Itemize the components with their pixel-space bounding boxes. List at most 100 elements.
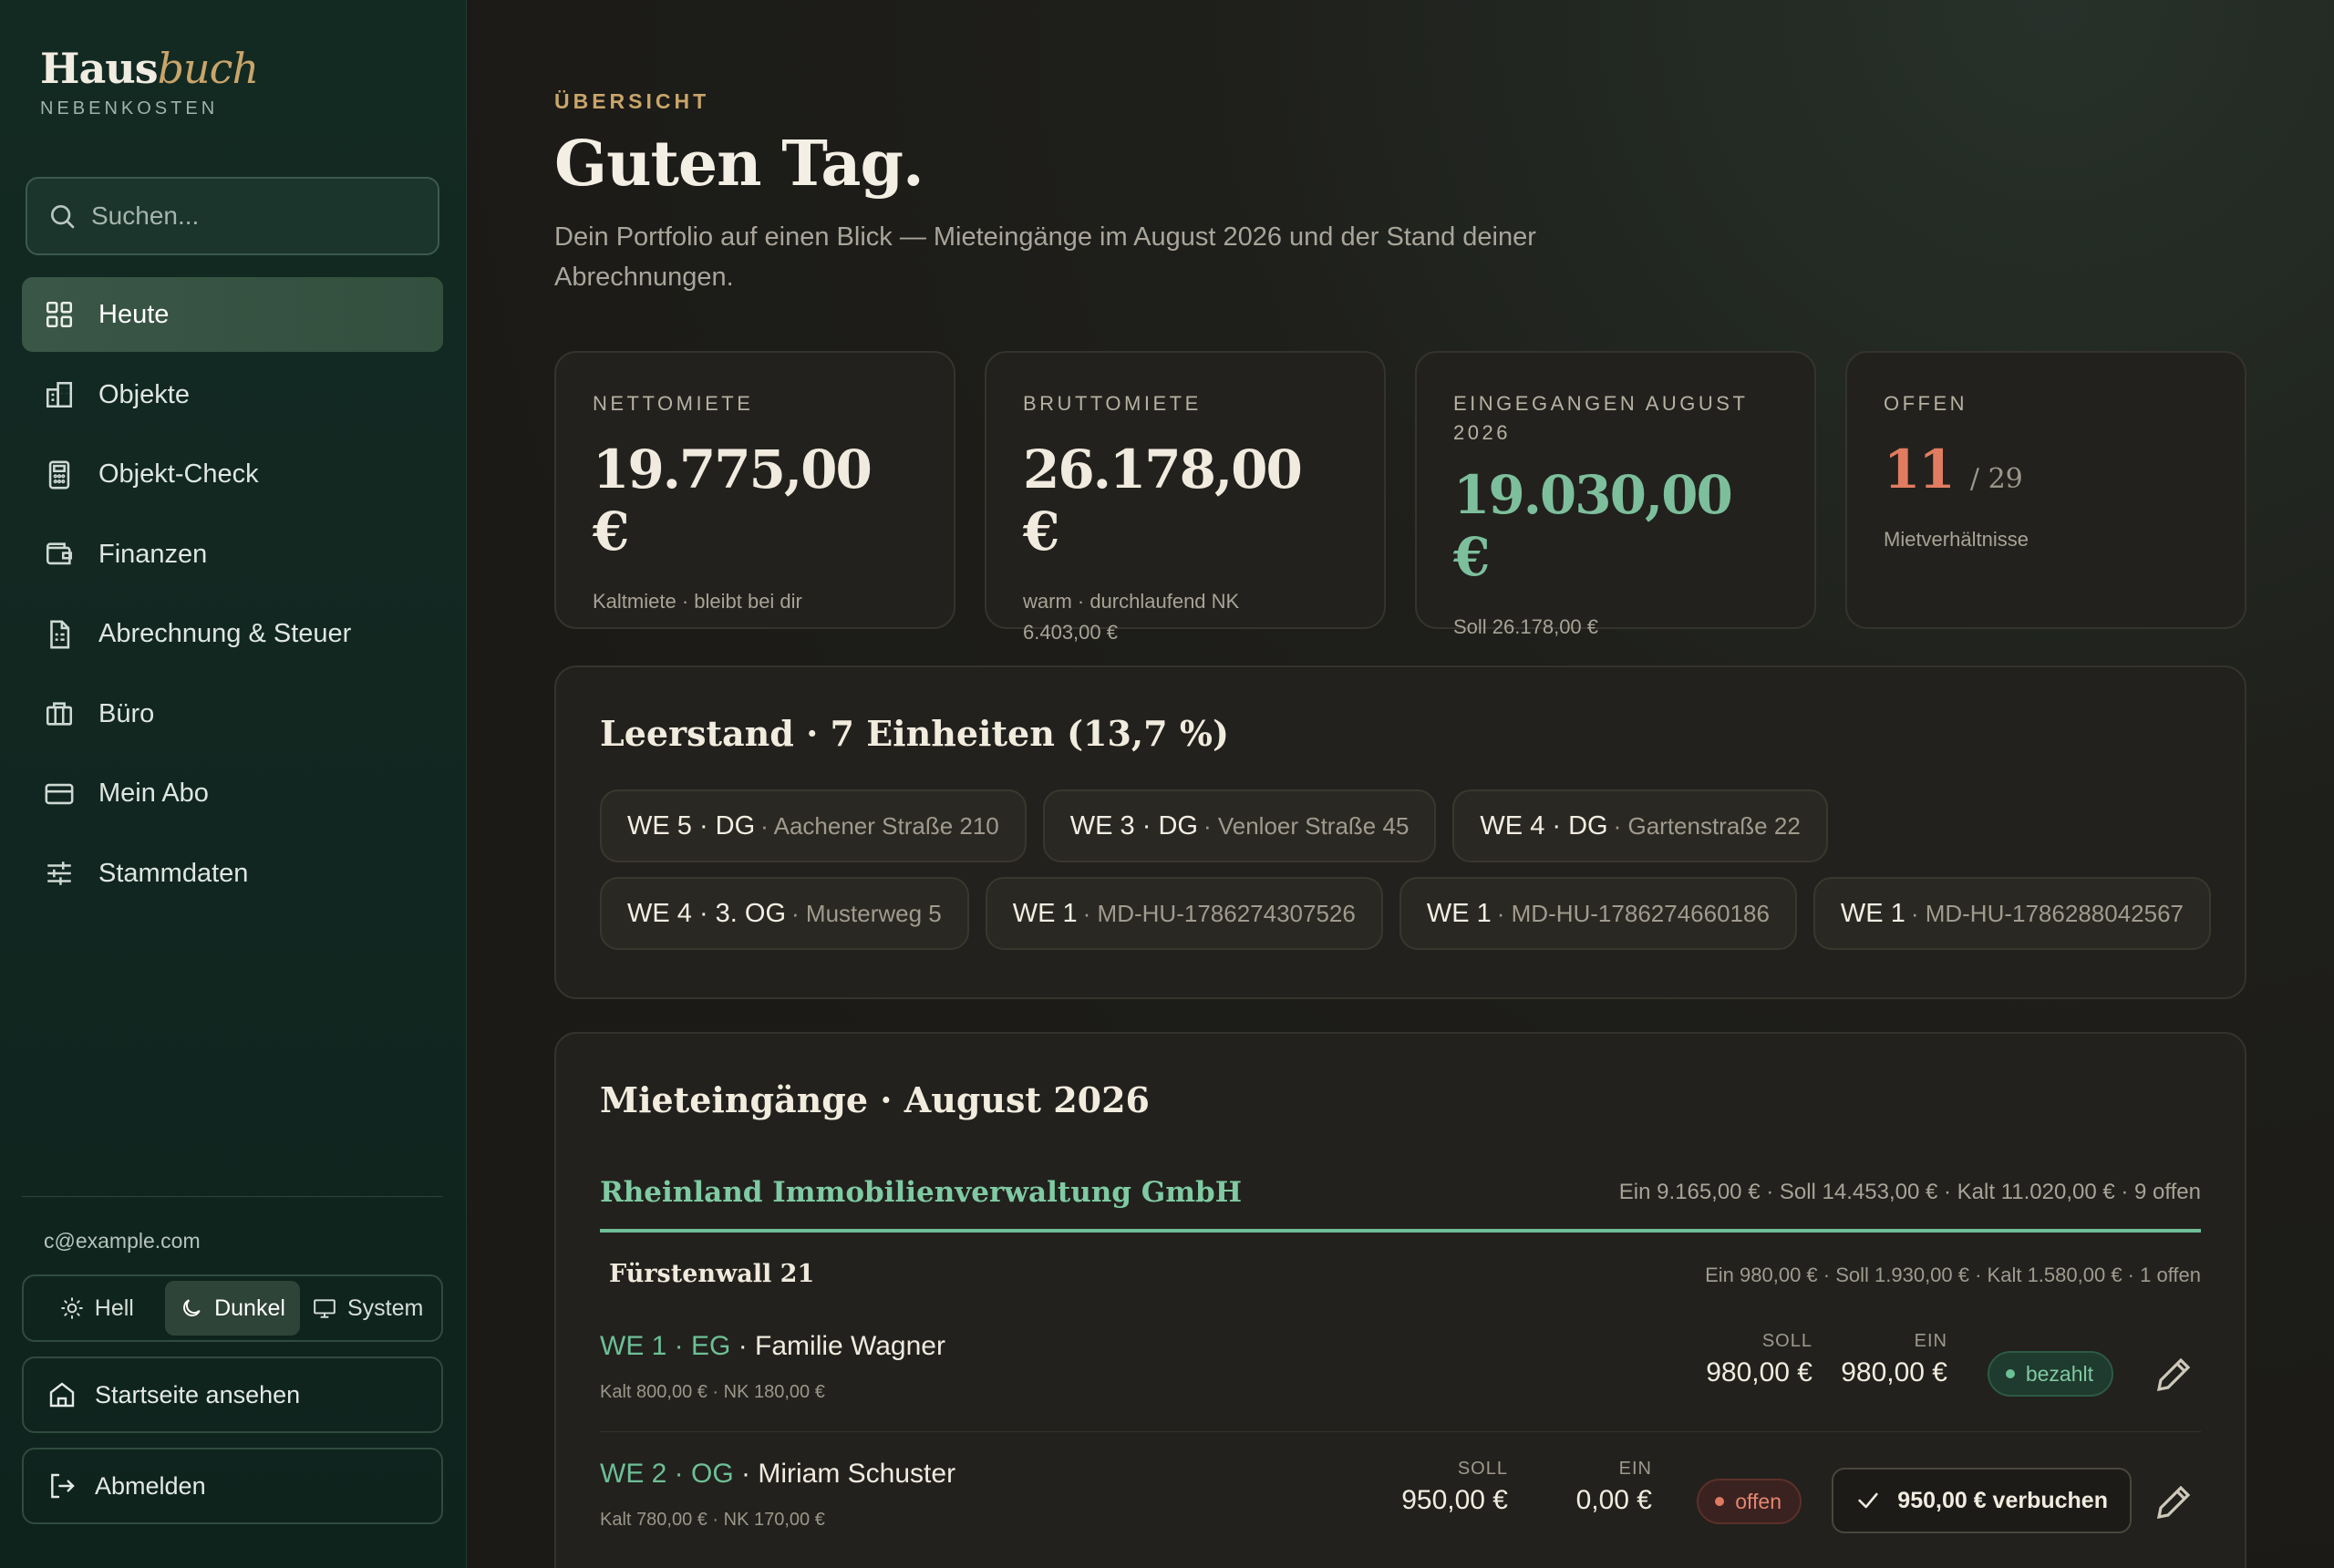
page-title: Guten Tag. [554,128,924,201]
document-icon [50,620,70,648]
page-eyebrow: ÜBERSICHT [554,89,710,113]
amount-ein: EIN 0,00 € [1576,1459,1652,1516]
nav-label: Objekte [98,379,190,409]
nav-item-objekt-check[interactable]: Objekt-Check [22,438,443,512]
kpi-note: Mietverhältnisse [1884,528,2029,551]
brand-title-main: Haus [40,44,159,93]
main-nav: Heute Objekte Objekt-Check Finanzen Abre… [22,277,443,916]
user-email: c@example.com [44,1229,201,1253]
nav-label: Büro [98,698,155,728]
kpi-value-open: 11 [1884,438,1956,500]
amount-value: 0,00 € [1575,1485,1652,1515]
kpi-note: Soll 26.178,00 € [1453,615,1599,638]
theme-option-light[interactable]: Hell [29,1281,165,1336]
nav-item-stammdaten[interactable]: Stammdaten [22,836,443,911]
pencil-icon[interactable] [2152,1353,2195,1397]
view-homepage-label: Startseite ansehen [95,1380,301,1408]
vacancy-chip[interactable]: WE 1 · MD-HU-1786274660186 [1399,877,1797,950]
logout-label: Abmelden [95,1471,206,1500]
amount-label: SOLL [1457,1459,1508,1479]
vacancy-chip[interactable]: WE 4 · 3. OG · Musterweg 5 [600,877,969,950]
tenant-name: · Miriam Schuster [741,1459,956,1489]
rent-row: WE 1 · EG · Familie Wagner Kalt 800,00 €… [600,1331,2201,1457]
chip-unit: WE 5 · DG [627,810,756,841]
status-dot [1715,1497,1725,1506]
nav-label: Heute [98,299,170,329]
calculator-icon [48,460,70,489]
vacancy-chip[interactable]: WE 3 · DG · Venloer Straße 45 [1042,789,1437,862]
theme-option-dark[interactable]: Dunkel [164,1281,301,1336]
landlord-stats: Ein 9.165,00 € · Soll 14.453,00 € · Kalt… [1618,1180,2201,1204]
property-stats: Ein 980,00 € · Soll 1.930,00 € · Kalt 1.… [1705,1264,2201,1286]
row-divider [600,1431,2201,1432]
chip-unit: WE 4 · 3. OG [627,898,787,928]
chip-address: · Gartenstraße 22 [1613,811,1801,840]
vacancy-chip[interactable]: WE 1 · MD-HU-1786288042567 [1812,877,2211,950]
kpi-card-nettomiete: NETTOMIETE 19.775,00 € Kaltmiete · bleib… [554,351,955,629]
nav-label: Stammdaten [98,858,249,888]
search-box[interactable] [26,177,439,255]
amount-soll: SOLL 980,00 € [1706,1331,1812,1388]
status-badge: offen [1697,1479,1802,1524]
nav-item-mein-abo[interactable]: Mein Abo [22,757,443,831]
amount-label: EIN [1914,1331,1947,1351]
status-badge: bezahlt [1987,1351,2113,1397]
status-dot [2005,1369,2015,1378]
chip-unit: WE 1 [1012,898,1078,928]
vacancy-title: Leerstand · 7 Einheiten (13,7 %) [600,713,1229,754]
brand-subtitle: NEBENKOSTEN [40,98,219,119]
theme-option-label: System [347,1295,424,1321]
chip-address: · Aachener Straße 210 [760,811,999,840]
moon-icon [183,1299,201,1316]
kpi-value: 26.178,00 € [1023,438,1303,562]
nav-item-heute[interactable]: Heute [22,277,443,352]
rent-row-title: WE 2 · OG · Miriam Schuster [600,1459,955,1490]
amount-value: 980,00 € [1841,1357,1947,1387]
logout-button[interactable]: Abmelden [22,1448,443,1524]
wallet-icon [46,542,73,565]
chip-address: · MD-HU-1786274307526 [1082,899,1356,927]
chip-address: · MD-HU-1786288042567 [1910,899,2184,927]
status-label: offen [1735,1489,1781,1513]
grid-icon [46,301,73,328]
chip-unit: WE 3 · DG [1069,810,1198,841]
landlord-name: Rheinland Immobilienverwaltung GmbH [600,1176,1242,1209]
theme-toggle: Hell Dunkel System [22,1274,443,1342]
vacancy-chip[interactable]: WE 5 · DG · Aachener Straße 210 [600,789,1027,862]
nav-item-abrechnung[interactable]: Abrechnung & Steuer [22,597,443,672]
kpi-card-bruttomiete: BRUTTOMIETE 26.178,00 € warm · durchlauf… [985,351,1386,644]
vacancy-chip[interactable]: WE 1 · MD-HU-1786274307526 [985,877,1383,950]
search-input[interactable] [91,201,419,231]
sidebar-divider [22,1196,443,1197]
property-header: Fürstenwall 21 Ein 980,00 € · Soll 1.930… [609,1260,2201,1288]
rent-row-title: WE 1 · EG · Familie Wagner [600,1331,945,1362]
check-icon [1858,1492,1878,1509]
kpi-cards: NETTOMIETE 19.775,00 € Kaltmiete · bleib… [554,351,2246,644]
view-homepage-button[interactable]: Startseite ansehen [22,1357,443,1433]
income-panel: Mieteingänge · August 2026 Rheinland Imm… [554,1032,2246,1568]
pencil-icon[interactable] [2152,1480,2195,1524]
kpi-card-offen: OFFEN 11 / 29 Mietverhältnisse [1845,351,2246,629]
brand-logo[interactable]: Hausbuch NEBENKOSTEN [40,44,259,119]
chip-unit: WE 1 [1426,898,1492,928]
kpi-label: OFFEN [1884,392,1968,415]
nav-label: Objekt-Check [98,459,259,489]
vacancy-chip[interactable]: WE 4 · DG · Gartenstraße 22 [1452,789,1828,862]
nav-label: Mein Abo [98,779,209,808]
vacancy-chips: WE 5 · DG · Aachener Straße 210 WE 3 · DG… [600,789,2223,965]
nav-item-objekte[interactable]: Objekte [22,357,443,432]
nav-item-finanzen[interactable]: Finanzen [22,517,443,592]
rent-breakdown: Kalt 780,00 € · NK 170,00 € [600,1510,825,1530]
book-payment-button[interactable]: 950,00 € verbuchen [1832,1468,2132,1533]
kpi-card-eingegangen: EINGEGANGEN AUGUST 2026 19.030,00 € Soll… [1415,351,1816,638]
sliders-icon [47,861,71,885]
rent-row: WE 2 · OG · Miriam Schuster Kalt 780,00 … [600,1459,2201,1568]
chip-unit: WE 4 · DG [1480,810,1608,841]
nav-item-buero[interactable]: Büro [22,676,443,751]
main-content: ÜBERSICHT Guten Tag. Dein Portfolio auf … [467,0,2334,1568]
amount-label: SOLL [1761,1331,1812,1351]
kpi-value: 19.030,00 € [1453,464,1733,588]
theme-option-system[interactable]: System [300,1281,436,1336]
landlord-header[interactable]: Rheinland Immobilienverwaltung GmbH Ein … [600,1176,2201,1233]
kpi-label: EINGEGANGEN AUGUST 2026 [1453,392,1748,444]
